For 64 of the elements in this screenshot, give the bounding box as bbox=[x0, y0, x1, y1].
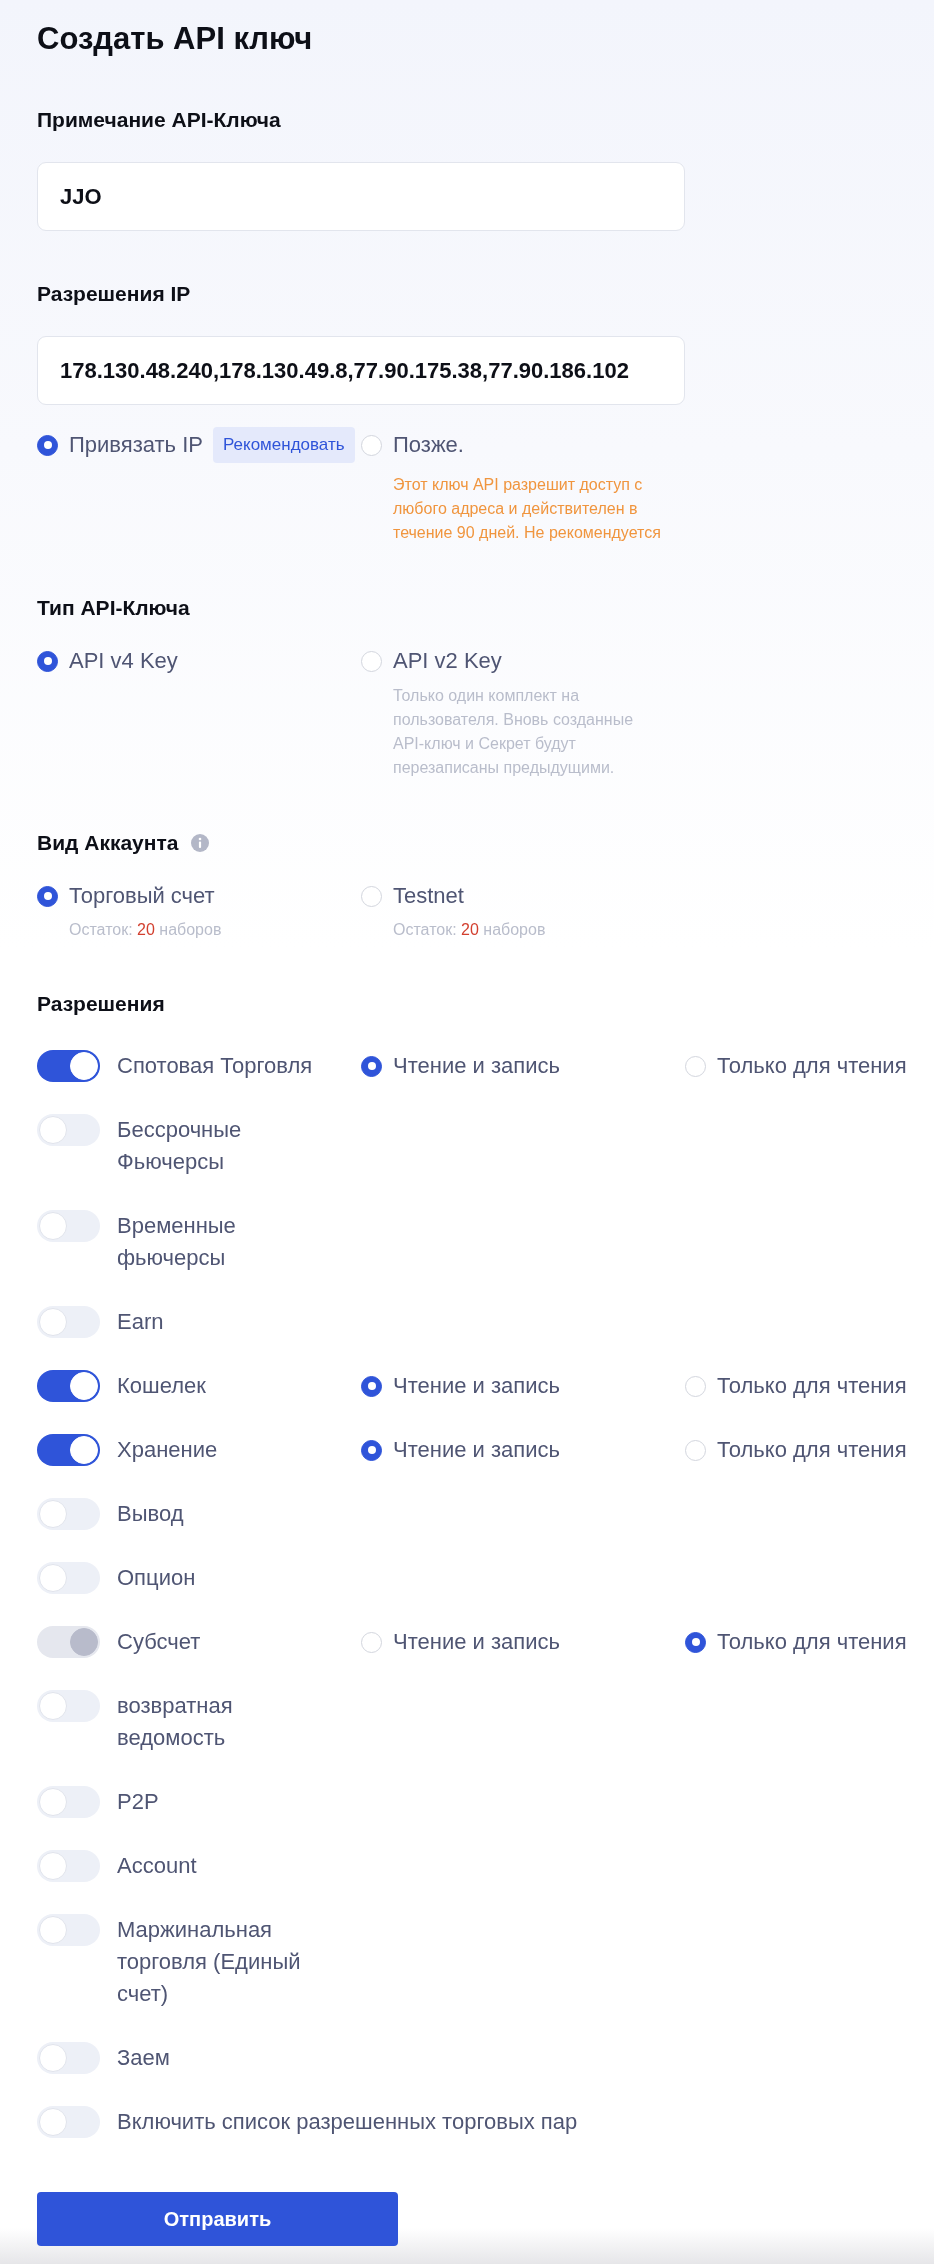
ip-address-input[interactable]: 178.130.48.240,178.130.49.8,77.90.175.38,77.90.186.102 bbox=[37, 336, 685, 405]
warning-note: Этот ключ API разрешит доступ с любого адреса и действителен в течение 90 дней. Не рекомендуется bbox=[393, 475, 662, 543]
page-title: Создать API ключ bbox=[37, 21, 314, 57]
hint-note: Только один комплект на пользователя. Вновь созданные API-ключ и Секрет будут перезаписаны предыдущими. bbox=[393, 686, 635, 778]
option-label: Только для чтения bbox=[717, 1437, 907, 1463]
option-label: Testnet bbox=[393, 883, 464, 909]
option-label: Только для чтения bbox=[717, 1053, 907, 1079]
remaining-sets-text: Остаток: 20 наборов bbox=[69, 920, 223, 940]
recommended-tag: Рекомендовать bbox=[212, 427, 355, 463]
toggle-switch[interactable] bbox=[37, 2042, 100, 2074]
radio-button[interactable] bbox=[37, 650, 58, 672]
permission-label: Маржинальная торговля (Единый счет) bbox=[117, 1916, 302, 2008]
toggle-switch[interactable] bbox=[37, 1050, 100, 1082]
permission-label: Спотовая Торговля bbox=[117, 1052, 314, 1080]
option-label: Чтение и запись bbox=[393, 1437, 560, 1463]
radio-button[interactable] bbox=[361, 1055, 382, 1077]
permission-label: Временные фьючерсы bbox=[117, 1212, 237, 1272]
radio-button[interactable] bbox=[361, 1439, 382, 1461]
toggle-switch[interactable] bbox=[37, 1850, 100, 1882]
toggle-switch[interactable] bbox=[37, 1562, 100, 1594]
permission-label: Субсчет bbox=[117, 1628, 202, 1656]
permission-label: Опцион bbox=[117, 1564, 197, 1592]
option-label: Позже. bbox=[393, 432, 464, 458]
section-label: Разрешения IP bbox=[37, 281, 191, 307]
toggle-switch[interactable] bbox=[37, 1210, 100, 1242]
option-label: Торговый счет bbox=[69, 883, 215, 909]
option-label: API v4 Key bbox=[69, 648, 178, 674]
permission-label: Включить список разрешенных торговых пар bbox=[117, 2108, 578, 2136]
info-icon[interactable] bbox=[191, 834, 210, 852]
permission-label: Earn bbox=[117, 1308, 165, 1336]
permission-label: Хранение bbox=[117, 1436, 219, 1464]
permission-label: Кошелек bbox=[117, 1372, 207, 1400]
permission-label: возвратная ведомость bbox=[117, 1692, 234, 1752]
radio-button[interactable] bbox=[37, 885, 58, 907]
permission-label: P2P bbox=[117, 1788, 160, 1816]
toggle-switch[interactable] bbox=[37, 1914, 100, 1946]
radio-button[interactable] bbox=[361, 1375, 382, 1397]
section-label: Вид Аккаунта bbox=[37, 830, 179, 856]
toggle-switch[interactable] bbox=[37, 1786, 100, 1818]
radio-button[interactable] bbox=[37, 434, 58, 456]
toggle-switch[interactable] bbox=[37, 1370, 100, 1402]
option-label: Чтение и запись bbox=[393, 1373, 560, 1399]
submit-button[interactable]: Отправить bbox=[37, 2192, 398, 2246]
toggle-switch[interactable] bbox=[37, 1498, 100, 1530]
section-label: Тип API-Ключа bbox=[37, 595, 190, 621]
section-label: Разрешения bbox=[37, 991, 165, 1017]
permission-label: Вывод bbox=[117, 1500, 185, 1528]
option-label: Только для чтения bbox=[717, 1373, 907, 1399]
section-label: Примечание API-Ключа bbox=[37, 107, 281, 133]
toggle-switch[interactable] bbox=[37, 1690, 100, 1722]
permission-label: Бессрочные Фьючерсы bbox=[117, 1116, 243, 1176]
remaining-sets-text: Остаток: 20 наборов bbox=[393, 920, 547, 940]
option-label: Привязать IP bbox=[69, 432, 203, 458]
option-label: Чтение и запись bbox=[393, 1629, 560, 1655]
option-label: API v2 Key bbox=[393, 648, 502, 674]
permission-label: Заем bbox=[117, 2044, 171, 2072]
toggle-switch[interactable] bbox=[37, 1114, 100, 1146]
toggle-switch[interactable] bbox=[37, 2106, 100, 2138]
toggle-switch[interactable] bbox=[37, 1434, 100, 1466]
toggle-switch[interactable] bbox=[37, 1306, 100, 1338]
option-label: Только для чтения bbox=[717, 1629, 907, 1655]
option-label: Чтение и запись bbox=[393, 1053, 560, 1079]
key-note-input[interactable]: JJO bbox=[37, 162, 685, 231]
permission-label: Account bbox=[117, 1852, 198, 1880]
